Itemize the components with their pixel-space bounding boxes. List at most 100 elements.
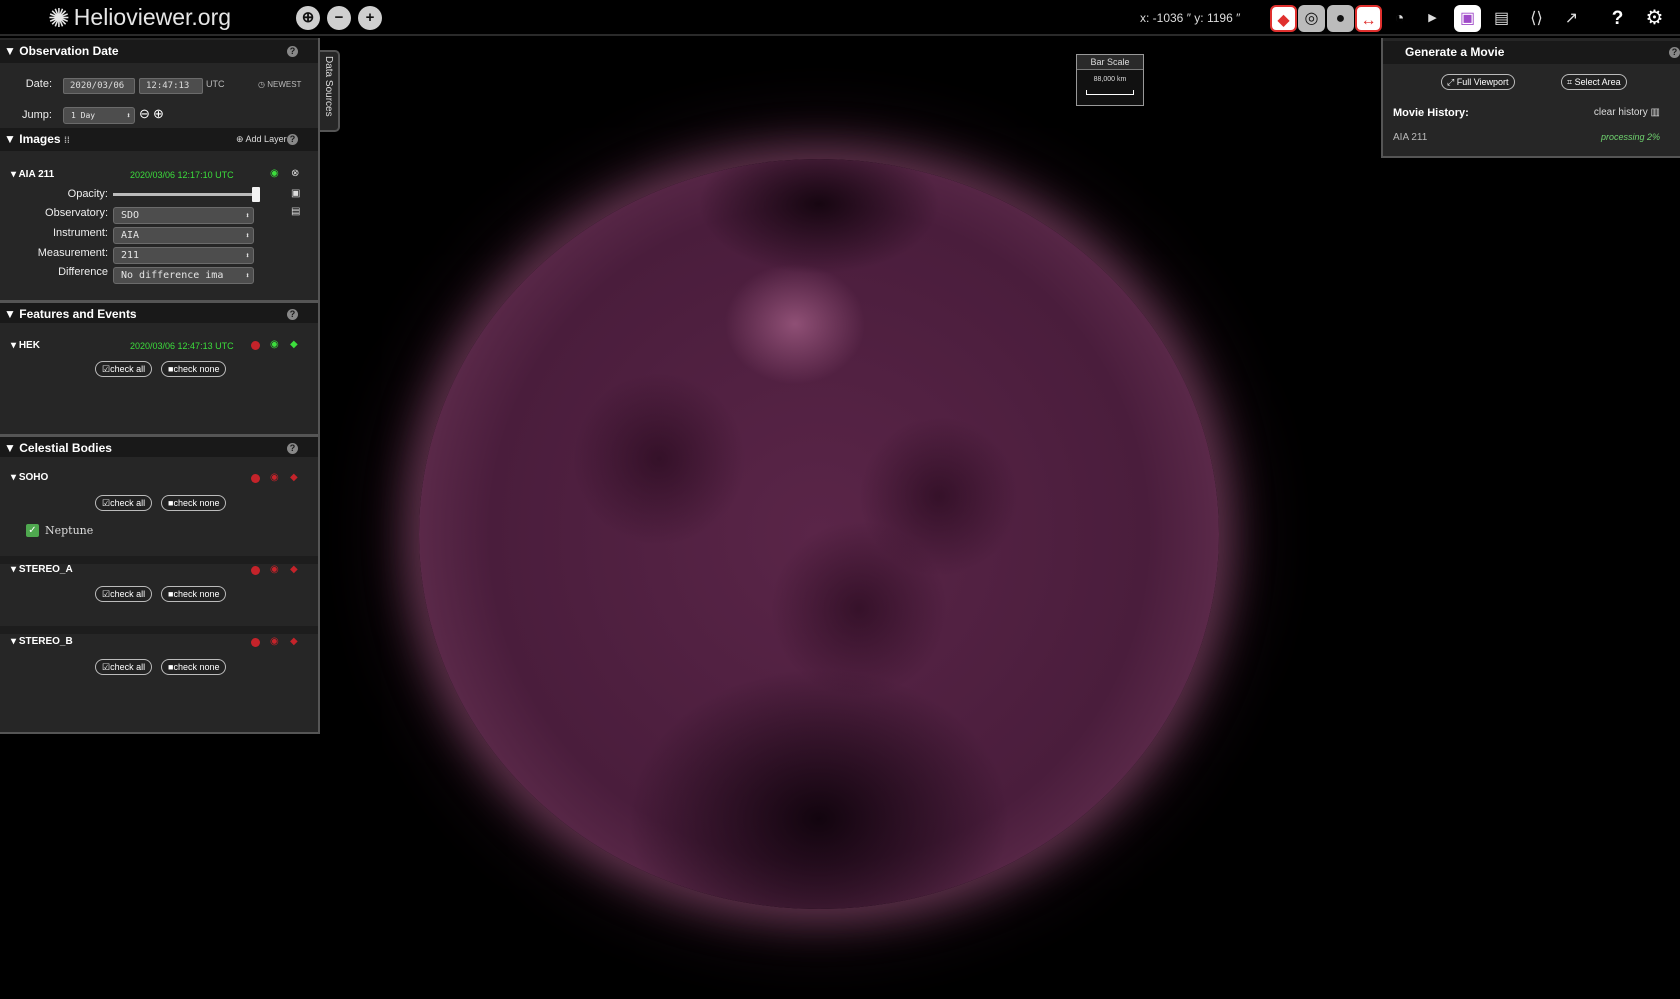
bar-scale-line [1086,90,1134,95]
info-box-icon: ▣ [291,188,301,199]
opacity-slider[interactable] [113,187,260,202]
target-icon: ◎ [1304,10,1319,27]
plus-circle-icon: ⊕ [236,134,246,144]
soho-label-toggle[interactable]: ◆ [290,472,298,483]
help-button[interactable]: ? [1604,5,1631,32]
date-input[interactable]: 2020/03/06 [63,78,135,94]
zoom-in-button[interactable]: + [358,6,382,30]
stereo-a-layer[interactable]: ▾ STEREO_A [11,564,73,575]
hek-visibility-toggle[interactable]: ◉ [270,339,279,350]
trash-icon: ▥ [1647,107,1660,118]
jump-select[interactable]: 1 Day ⬍ [63,107,135,124]
visibility-toggle[interactable]: ◉ [270,168,279,179]
newest-button[interactable]: ◷ NEWEST [258,80,301,89]
help-icon[interactable]: ? [287,134,298,145]
help-icon[interactable]: ? [1669,47,1680,58]
center-viewport-button[interactable]: ⊕ [296,6,320,30]
remove-layer-button[interactable]: ⊗ [291,168,299,179]
screenshot-button[interactable]: ▤ [1488,5,1515,32]
layer-download-button[interactable]: ▤ [291,206,300,217]
soho-check-all-button[interactable]: ☑check all [95,495,153,511]
soho-check-none-button[interactable]: ■check none [161,495,227,511]
hek-layer[interactable]: ▾ HEK [11,340,40,351]
clear-history-button[interactable]: clear history ▥ [1594,107,1660,118]
check-icon: ✓ [28,525,37,536]
stereo-b-check-none-button[interactable]: ■check none [161,659,227,675]
stereo-a-visibility-toggle[interactable]: ◉ [270,564,279,575]
checkbox-icon: ☑ [102,589,111,599]
measurement-select[interactable]: 211 ⬍ [113,247,254,264]
difference-select[interactable]: No difference ima ⬍ [113,267,254,284]
close-circle-icon: ⊗ [291,168,300,179]
instrument-select[interactable]: AIA ⬍ [113,227,254,244]
help-icon[interactable]: ? [287,443,298,454]
rss-button[interactable]: ◔ [1386,5,1413,32]
soho-layer[interactable]: ▾ SOHO [11,472,48,483]
stereo-b-name: STEREO_B [18,636,73,647]
divider [0,556,318,564]
logo[interactable]: ✺ Helioviewer.org [48,4,231,31]
features-events-header[interactable]: ▼ Features and Events ? [0,300,318,323]
opacity-slider-handle[interactable] [252,187,260,202]
stereo-a-check-all-button[interactable]: ☑check all [95,586,153,602]
stereo-b-layer[interactable]: ▾ STEREO_B [11,636,73,647]
settings-button[interactable]: ⚙ [1641,5,1668,32]
observatory-select[interactable]: SDO ⬍ [113,207,254,224]
hek-label-toggle[interactable]: ◆ [290,339,298,350]
scale-toggle-button[interactable]: ↔ [1355,5,1382,32]
layer-aia211[interactable]: ▾ AIA 211 [11,169,54,180]
movie-button[interactable]: ▣ [1454,5,1481,32]
hek-check-none-button[interactable]: ■check none [161,361,227,377]
hek-name: HEK [18,340,40,351]
observation-date-header[interactable]: ▼ Observation Date ? [0,40,318,63]
share-button[interactable]: ↗ [1558,5,1585,32]
checkbox-icon: ☑ [102,662,111,672]
stereo-b-remove-icon[interactable] [251,638,260,647]
stereo-b-label-toggle[interactable]: ◆ [290,636,298,647]
stereo-a-remove-icon[interactable] [251,566,260,575]
earth-toggle[interactable]: ● [1327,5,1354,32]
select-area-button[interactable]: ⌗ Select Area [1561,74,1627,90]
zoom-out-button[interactable]: − [327,6,351,30]
stereo-b-visibility-toggle[interactable]: ◉ [270,636,279,647]
bar-scale-value: 88,000 km [1093,76,1127,83]
tag-icon: ◆ [290,339,298,350]
collapse-triangle-icon: ▾ [11,340,19,351]
movie-panel-header[interactable]: Generate a Movie ? [1383,41,1680,64]
images-header[interactable]: ▼ Images ⁞⁞ ⊕ Add Layer ? [0,128,318,151]
sun-image-aia211[interactable] [419,159,1219,909]
bar-scale-widget[interactable]: Bar Scale 88,000 km [1076,54,1144,106]
sun-center-toggle[interactable]: ◎ [1298,5,1325,32]
add-layer-button[interactable]: ⊕ Add Layer [236,128,287,151]
layer-info-button[interactable]: ▣ [291,188,300,199]
soho-remove-icon[interactable] [251,474,260,483]
collapse-triangle-icon: ▼ [4,307,16,321]
soho-visibility-toggle[interactable]: ◉ [270,472,279,483]
hek-remove-icon[interactable] [251,341,260,350]
celestial-bodies-header[interactable]: ▼ Celestial Bodies ? [0,434,318,457]
crosshair-icon: ⊕ [301,9,315,26]
neptune-checkbox[interactable]: ✓ [26,524,39,537]
help-icon[interactable]: ? [287,309,298,320]
tag-icon: ◆ [290,636,298,647]
stereo-a-label-toggle[interactable]: ◆ [290,564,298,575]
embed-button[interactable]: ⟨⟩ [1523,5,1550,32]
hek-check-all-button[interactable]: ☑check all [95,361,153,377]
logo-text: Helioviewer.org [73,4,232,30]
stereo-b-check-all-button[interactable]: ☑check all [95,659,153,675]
gear-icon: ⚙ [1645,7,1664,29]
help-icon[interactable]: ? [287,46,298,57]
jump-back-button[interactable]: ⊖ [139,106,150,122]
code-icon: ⟨⟩ [1530,10,1543,27]
collapse-triangle-icon: ▾ [11,472,19,483]
data-sources-tab[interactable]: Data Sources [320,50,340,132]
box-toggle-button[interactable]: ◆ [1270,5,1297,32]
stereo-a-check-none-button[interactable]: ■check none [161,586,227,602]
movie-history-item[interactable]: AIA 211 processing 2% [1383,126,1680,150]
divider [0,626,318,634]
youtube-button[interactable]: ▶ [1419,5,1446,32]
time-input[interactable]: 12:47:13 [139,78,203,94]
jump-forward-button[interactable]: ⊕ [153,106,164,122]
difference-value: No difference ima [121,270,224,281]
full-viewport-button[interactable]: ⤢ Full Viewport [1441,74,1515,90]
